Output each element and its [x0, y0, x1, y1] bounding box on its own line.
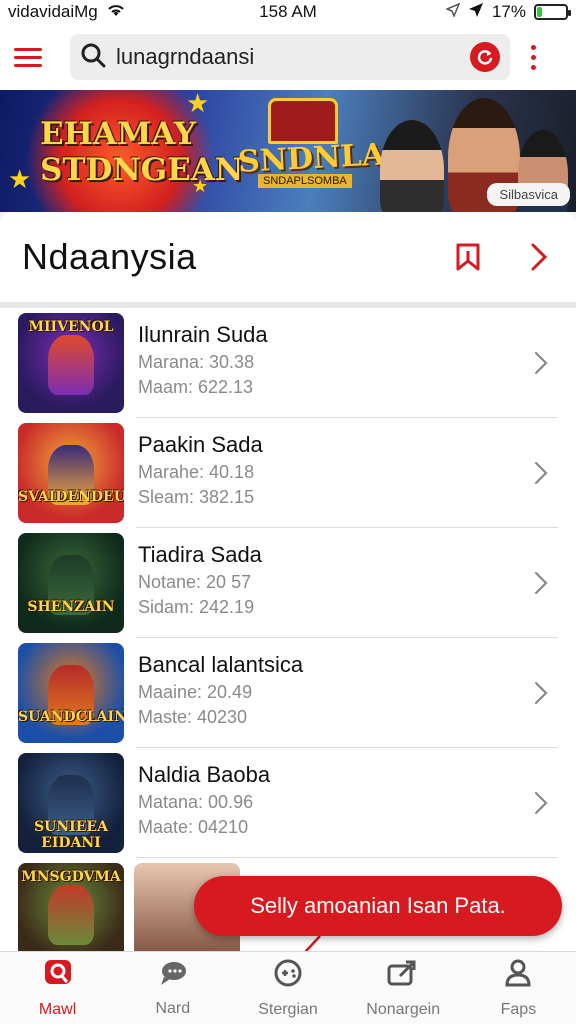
- nav-label: Stergian: [258, 1000, 318, 1018]
- toast-message[interactable]: Selly amoanian Isan Pata.: [194, 876, 562, 936]
- nav-item-faps[interactable]: Faps: [461, 952, 576, 1024]
- list-item[interactable]: SUANDCLAIN Bancal lalantsica Maaine: 20.49…: [0, 638, 576, 748]
- chevron-right-icon[interactable]: [526, 351, 556, 375]
- carrier-label: vidavidaiMg: [8, 2, 98, 21]
- section-title: Ndaanysia: [22, 236, 197, 277]
- list-item-stat: Sleam: 382.15: [138, 487, 255, 507]
- game-thumbnail: MIIVENOL: [18, 313, 124, 413]
- game-thumbnail: SVAIDENDEU: [18, 423, 124, 523]
- thumbnail-title: SUNIEEA EIDANI: [34, 819, 108, 851]
- list-item-title: Paakin Sada: [138, 432, 263, 457]
- list-item-stat: Maate: 04210: [138, 817, 249, 837]
- star-icon: ★: [186, 90, 210, 118]
- nav-item-nonargein[interactable]: Nonargein: [346, 952, 461, 1024]
- nav-item-nard[interactable]: Nard: [115, 952, 230, 1024]
- battery-percent: 17%: [491, 2, 526, 21]
- nav-item-mawl[interactable]: Mawl: [0, 952, 115, 1024]
- list-item-stat: Marahe: 40.18: [138, 462, 255, 482]
- thumbnail-title: SHENZAIN: [27, 599, 115, 615]
- list-item-title: Ilunrain Suda: [138, 322, 268, 347]
- list-item-text: Bancal lalantsica Maaine: 20.49 Maste: 402…: [138, 652, 526, 728]
- star-icon: ★: [8, 164, 32, 194]
- thumbnail-character: [48, 885, 94, 945]
- bookmark-icon: [456, 243, 480, 271]
- list-item-text: Tiadira Sada Notane: 20 57 Sidam: 242.19: [138, 542, 526, 618]
- list-item-title: Bancal lalantsica: [138, 652, 304, 677]
- battery-icon: [534, 4, 571, 20]
- refresh-icon[interactable]: [470, 42, 500, 72]
- bottom-navigation: Mawl Nard Stergian Nonargein Faps: [0, 951, 576, 1024]
- game-list: MIIVENOL Ilunrain Suda Marana: 30.38 Maam: …: [0, 308, 576, 951]
- menu-icon[interactable]: [14, 42, 50, 72]
- chevron-right-icon[interactable]: [526, 461, 556, 485]
- bookmark-button[interactable]: [448, 237, 488, 277]
- promo-banner[interactable]: ★ ★ ★ EHAMAY STDNGEAN SNDNLAIN SNDAPLSOM…: [0, 90, 576, 212]
- more-options-icon[interactable]: [528, 44, 538, 70]
- list-item-stat: Maaine: 20.49: [138, 682, 253, 702]
- nav-item-stergian[interactable]: Stergian: [230, 952, 345, 1024]
- app-bar: [0, 24, 576, 90]
- chevron-right-icon: [531, 243, 548, 271]
- thumbnail-title: SUANDCLAIN: [18, 709, 124, 725]
- list-item-title: Naldia Baoba: [138, 762, 271, 787]
- nav-label: Nonargein: [366, 1000, 441, 1018]
- list-item-title: Tiadira Sada: [138, 542, 262, 567]
- q-logo-icon: [43, 958, 73, 993]
- list-item[interactable]: MIIVENOL Ilunrain Suda Marana: 30.38 Maam: …: [0, 308, 576, 418]
- section-forward-button[interactable]: [524, 237, 554, 277]
- list-item-stat: Notane: 20 57: [138, 572, 252, 592]
- list-item-stat: Maste: 40230: [138, 707, 248, 727]
- banner-title-line1: EHAMAY: [40, 116, 196, 152]
- list-item-stat: Sidam: 242.19: [138, 597, 255, 617]
- nav-label: Faps: [500, 1000, 537, 1018]
- banner-robot-art: [268, 98, 338, 144]
- banner-center-subtitle: SNDAPLSOMBA: [258, 174, 352, 188]
- list-item-text: Ilunrain Suda Marana: 30.38 Maam: 622.13: [138, 322, 526, 398]
- list-item[interactable]: SUNIEEA EIDANI Naldia Baoba Matana: 00.96 M…: [0, 748, 576, 858]
- banner-title-line2: STDNGEAN: [40, 152, 244, 188]
- person-icon: [503, 958, 533, 993]
- section-header: Ndaanysia: [0, 212, 576, 302]
- thumbnail-title: MIIVENOL: [28, 319, 114, 335]
- game-thumbnail: SUNIEEA EIDANI: [18, 753, 124, 853]
- list-item[interactable]: SHENZAIN Tiadira Sada Notane: 20 57 Sidam: …: [0, 528, 576, 638]
- thumbnail-title: MNSGDVMA: [21, 869, 121, 885]
- game-thumbnail: SUANDCLAIN: [18, 643, 124, 743]
- status-bar: vidavidaiMg 158 AM 17%: [0, 0, 576, 24]
- chevron-right-icon[interactable]: [526, 681, 556, 705]
- battery-fill: [537, 7, 542, 17]
- banner-chip[interactable]: Silbasvica: [487, 183, 570, 206]
- list-item-text: Paakin Sada Marahe: 40.18 Sleam: 382.15: [138, 432, 526, 508]
- wifi-icon: [106, 2, 126, 23]
- banner-character: [380, 120, 444, 212]
- search-input[interactable]: [106, 44, 470, 70]
- chevron-right-icon[interactable]: [526, 791, 556, 815]
- list-item-stat: Marana: 30.38: [138, 352, 255, 372]
- nav-label: Nard: [155, 999, 191, 1017]
- navigation-arrow-icon: [468, 2, 484, 23]
- list-item-stat: Matana: 00.96: [138, 792, 254, 812]
- share-arrow-icon: [386, 958, 420, 993]
- chevron-right-icon[interactable]: [526, 571, 556, 595]
- game-thumbnail: MNSGDVMA: [18, 863, 124, 951]
- thumbnail-title: SVAIDENDEU: [18, 489, 124, 505]
- search-bar[interactable]: [70, 34, 510, 80]
- game-controller-icon: [273, 958, 303, 993]
- nav-label: Mawl: [38, 1000, 77, 1018]
- chat-bubbles-icon: [158, 959, 188, 992]
- location-icon: [444, 2, 461, 22]
- search-icon: [80, 42, 106, 73]
- game-thumbnail: SHENZAIN: [18, 533, 124, 633]
- list-item[interactable]: SVAIDENDEU Paakin Sada Marahe: 40.18 Sleam:…: [0, 418, 576, 528]
- thumbnail-character: [48, 335, 94, 395]
- list-item-stat: Maam: 622.13: [138, 377, 254, 397]
- list-item-text: Naldia Baoba Matana: 00.96 Maate: 04210: [138, 762, 526, 838]
